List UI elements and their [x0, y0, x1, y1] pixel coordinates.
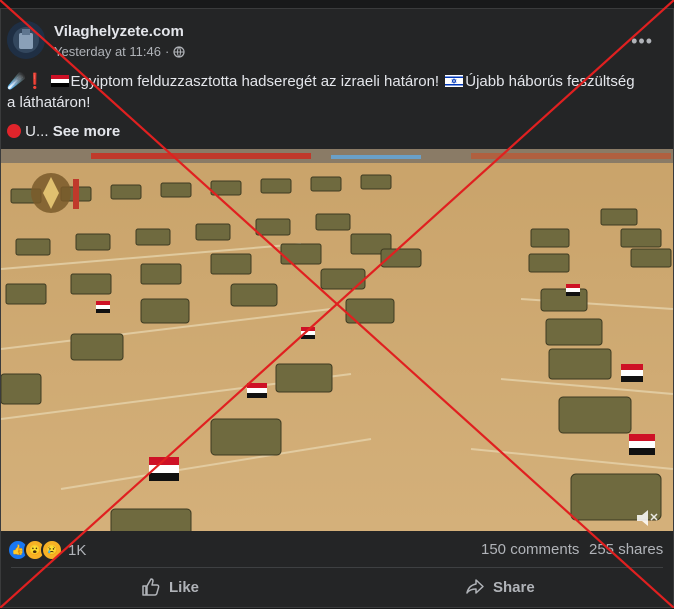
page-name[interactable]: Vilaghelyzete.com	[54, 23, 184, 40]
reactions-summary[interactable]: 👍 😮 😢 1K	[7, 539, 86, 561]
exclamation-icon: ❗	[25, 73, 45, 90]
israel-flag-icon	[445, 75, 464, 87]
share-arrow-icon	[466, 579, 484, 594]
page-avatar[interactable]	[7, 21, 45, 59]
like-button[interactable]: Like	[141, 577, 199, 597]
post-text-truncated: U...	[25, 123, 49, 140]
post-video[interactable]	[1, 149, 673, 531]
post-actions: Like Share	[1, 571, 673, 609]
divider	[11, 567, 663, 568]
globe-icon	[173, 45, 185, 58]
separator: ·	[164, 44, 170, 59]
post-stats: 👍 😮 😢 1K 150 comments 255 shares	[1, 531, 673, 565]
see-more-link[interactable]: See more	[53, 123, 121, 140]
post-card: Vilaghelyzete.com Yesterday at 11:46 · •…	[0, 8, 674, 608]
comments-count[interactable]: 150 comments	[481, 541, 579, 558]
share-label: Share	[493, 578, 535, 596]
thumbs-up-icon	[142, 578, 160, 596]
post-header: Vilaghelyzete.com Yesterday at 11:46 · •…	[1, 9, 673, 69]
reaction-count: 1K	[68, 541, 87, 559]
timestamp-text[interactable]: Yesterday at 11:46	[54, 44, 161, 59]
like-label: Like	[169, 578, 200, 596]
military-parade-image	[1, 149, 673, 531]
comet-icon: ☄️	[7, 73, 26, 90]
sad-reaction-icon: 😢	[41, 539, 63, 561]
shares-count[interactable]: 255 shares	[589, 541, 663, 558]
red-circle-icon	[7, 124, 21, 138]
post-timestamp: Yesterday at 11:46 ·	[54, 44, 185, 59]
share-button[interactable]: Share	[465, 577, 535, 597]
more-options-icon[interactable]: •••	[631, 31, 653, 52]
post-text-part1: Egyiptom felduzzasztotta hadseregét az i…	[70, 73, 440, 90]
egypt-flag-icon	[50, 75, 69, 87]
post-text: ☄️❗ Egyiptom felduzzasztotta hadseregét …	[7, 71, 647, 142]
